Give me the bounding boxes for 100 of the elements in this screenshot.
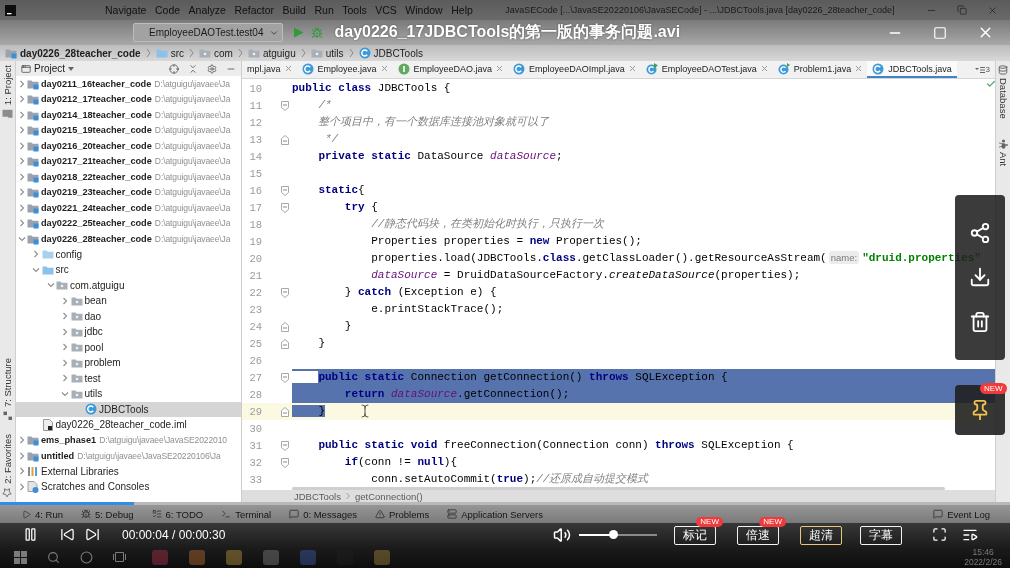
tree-item[interactable]: External Libraries bbox=[16, 463, 241, 479]
tool-window-tab[interactable]: 1: Project bbox=[2, 65, 13, 120]
tree-item[interactable]: day0215_19teacher_code D:\atguigu\javaee\Ja bbox=[16, 122, 241, 138]
fold-marker-icon[interactable] bbox=[281, 457, 289, 468]
chevron-right-icon[interactable] bbox=[17, 188, 26, 197]
close-icon[interactable] bbox=[760, 65, 768, 72]
pause-icon[interactable] bbox=[23, 527, 38, 542]
video-progress-bar[interactable] bbox=[0, 502, 1010, 505]
download-icon[interactable] bbox=[969, 266, 991, 289]
tree-item[interactable]: test bbox=[16, 370, 241, 386]
chevron-right-icon[interactable] bbox=[17, 172, 26, 181]
tree-item[interactable]: day0218_22teacher_code D:\atguigu\javaee\Ja bbox=[16, 169, 241, 185]
tool-window-tab[interactable]: Ant bbox=[997, 138, 1009, 166]
editor-tab[interactable]: EmployeeDAOTest.java bbox=[640, 61, 773, 78]
tree-item[interactable]: day0226_28teacher_code.iml bbox=[16, 417, 241, 433]
run-config-dropdown[interactable]: EmployeeDAOTest.test04 bbox=[133, 23, 283, 42]
debug-icon[interactable] bbox=[310, 26, 323, 39]
crosshair-icon[interactable] bbox=[169, 63, 179, 74]
fold-marker-icon[interactable] bbox=[281, 440, 289, 451]
tree-item[interactable]: jdbc bbox=[16, 324, 241, 340]
close-icon[interactable] bbox=[855, 65, 863, 72]
chevron-down-icon[interactable] bbox=[46, 281, 55, 290]
editor-tab[interactable]: Employee.java bbox=[296, 61, 393, 78]
tool-window-tab[interactable]: 2: Favorites bbox=[2, 434, 13, 498]
chevron-right-icon[interactable] bbox=[61, 327, 69, 336]
collapse-all-icon[interactable] bbox=[188, 63, 198, 74]
chevron-down-icon[interactable] bbox=[61, 389, 69, 398]
chevron-right-icon[interactable] bbox=[17, 436, 26, 445]
chevron-right-icon[interactable] bbox=[61, 312, 69, 321]
breadcrumb-item[interactable]: atguigu bbox=[247, 47, 296, 59]
tree-item[interactable]: com.atguigu bbox=[16, 277, 241, 293]
tree-item[interactable]: day0226_28teacher_code D:\atguigu\javaee\Ja bbox=[16, 231, 241, 247]
tree-item[interactable]: config bbox=[16, 246, 241, 262]
tree-item[interactable]: untitled D:\atguigu\javaee\JavaSE20220106\Ja bbox=[16, 448, 241, 464]
chevron-right-icon[interactable] bbox=[17, 467, 26, 476]
chevron-right-icon[interactable] bbox=[61, 374, 69, 383]
breadcrumb-item[interactable]: day0226_28teacher_code bbox=[5, 47, 141, 59]
tool-window-button[interactable]: Event Log bbox=[933, 508, 990, 520]
share-icon[interactable] bbox=[969, 222, 991, 245]
breadcrumb-item[interactable]: utils bbox=[310, 47, 344, 59]
fold-marker-icon[interactable] bbox=[281, 185, 289, 196]
editor-tab[interactable]: JDBCTools.java bbox=[867, 61, 957, 78]
chevron-right-icon[interactable] bbox=[17, 95, 26, 104]
tree-item[interactable]: problem bbox=[16, 355, 241, 371]
volume-slider[interactable] bbox=[579, 533, 657, 536]
tree-item[interactable]: day0211_16teacher_code D:\atguigu\javaee\Ja bbox=[16, 76, 241, 92]
tool-window-button[interactable]: 0: Messages bbox=[289, 508, 357, 520]
app-icon[interactable] bbox=[300, 549, 316, 565]
chevron-right-icon[interactable] bbox=[61, 343, 69, 352]
tree-item[interactable]: JDBCTools bbox=[16, 401, 241, 417]
chevron-right-icon[interactable] bbox=[17, 126, 26, 135]
app-icon[interactable] bbox=[152, 549, 168, 565]
tool-window-button[interactable]: Problems bbox=[375, 508, 430, 520]
previous-icon[interactable] bbox=[60, 527, 75, 542]
tree-item[interactable]: dao bbox=[16, 308, 241, 324]
fold-marker-icon[interactable] bbox=[281, 134, 289, 145]
fold-marker-icon[interactable] bbox=[281, 406, 289, 417]
chevron-right-icon[interactable] bbox=[32, 250, 40, 259]
fold-marker-icon[interactable] bbox=[281, 338, 289, 349]
editor-tab[interactable]: EmployeeDAO.java bbox=[392, 61, 509, 78]
close-icon[interactable] bbox=[987, 4, 998, 16]
chevron-right-icon[interactable] bbox=[17, 110, 26, 119]
chevron-right-icon[interactable] bbox=[17, 482, 26, 491]
editor-tab[interactable]: mpl.java bbox=[242, 61, 297, 78]
chevron-right-icon[interactable] bbox=[17, 79, 26, 88]
circle-icon[interactable] bbox=[80, 550, 93, 564]
next-icon[interactable] bbox=[85, 527, 100, 542]
chevron-right-icon[interactable] bbox=[17, 141, 26, 150]
project-view-dropdown[interactable]: Project bbox=[21, 63, 75, 74]
trash-icon[interactable] bbox=[969, 310, 991, 333]
chevron-right-icon[interactable] bbox=[61, 296, 69, 305]
breadcrumb-item[interactable]: JDBCTools bbox=[358, 47, 423, 59]
volume-thumb[interactable] bbox=[608, 530, 618, 539]
task-view-icon[interactable] bbox=[113, 551, 126, 563]
fold-marker-icon[interactable] bbox=[281, 100, 289, 111]
app-icon[interactable] bbox=[189, 549, 205, 565]
tree-item[interactable]: bean bbox=[16, 293, 241, 309]
run-icon[interactable] bbox=[292, 27, 304, 38]
player-option-button[interactable]: 字幕 bbox=[860, 525, 902, 545]
maximize-icon[interactable] bbox=[933, 25, 947, 40]
close-icon[interactable] bbox=[284, 65, 292, 72]
fold-marker-icon[interactable] bbox=[281, 287, 289, 298]
breadcrumb-item[interactable]: src bbox=[155, 47, 184, 59]
close-icon[interactable] bbox=[628, 65, 636, 72]
tree-item[interactable]: utils bbox=[16, 386, 241, 402]
settings-icon[interactable] bbox=[207, 63, 217, 74]
chevron-right-icon[interactable] bbox=[17, 219, 26, 228]
chevron-down-icon[interactable] bbox=[32, 265, 40, 274]
tree-item[interactable]: day0217_21teacher_code D:\atguigu\javaee\Ja bbox=[16, 153, 241, 169]
restore-icon[interactable] bbox=[957, 5, 967, 15]
breadcrumb-item[interactable]: JDBCTools bbox=[294, 490, 341, 502]
volume-icon[interactable] bbox=[553, 525, 571, 544]
tool-window-button[interactable]: 6: TODO bbox=[151, 508, 204, 520]
tree-item[interactable]: src bbox=[16, 262, 241, 278]
tool-window-button[interactable]: 5: Debug bbox=[81, 508, 134, 520]
horizontal-scrollbar[interactable] bbox=[292, 487, 945, 490]
tree-item[interactable]: pool bbox=[16, 339, 241, 355]
fullscreen-icon[interactable] bbox=[932, 527, 947, 542]
tree-item[interactable]: day0222_25teacher_code D:\atguigu\javaee\Ja bbox=[16, 215, 241, 231]
close-icon[interactable] bbox=[496, 65, 504, 72]
